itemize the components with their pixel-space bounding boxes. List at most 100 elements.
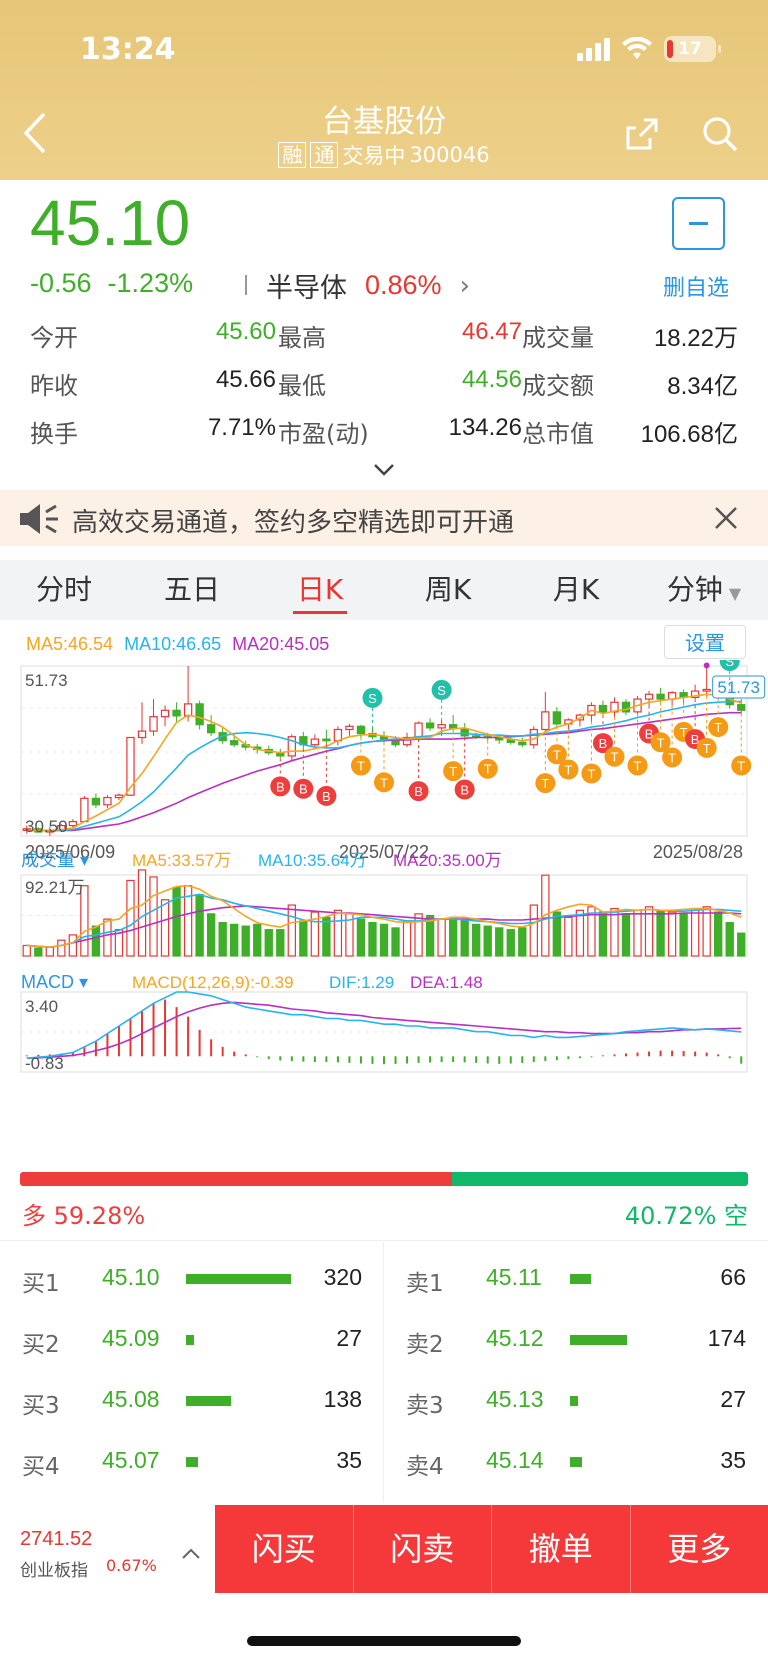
stat-label: 今开 — [30, 324, 78, 352]
quote-stats: 今开 45.60 最高 46.47 成交量 18.22万 昨收 45.66 最低… — [30, 318, 738, 462]
candle-body — [414, 722, 423, 739]
flash-sell-button[interactable]: 闪卖 — [352, 1505, 492, 1593]
level-quantity: 27 — [336, 1325, 362, 1351]
trade-marker-letter: T — [657, 735, 665, 750]
volume-bar — [529, 904, 538, 957]
tab-five-day[interactable]: 五日 — [128, 560, 256, 620]
trade-marker-letter: B — [414, 784, 423, 799]
stat-label: 换手 — [30, 420, 78, 448]
trade-marker-letter: S — [725, 660, 734, 669]
level-quantity: 35 — [720, 1447, 746, 1473]
order-book-row[interactable]: 卖1 45.11 66 — [384, 1250, 768, 1311]
tab-weekly-k[interactable]: 周K — [384, 560, 512, 620]
chart-settings-button[interactable]: 设置 — [664, 625, 746, 659]
volume-bar — [391, 927, 400, 957]
volume-bar — [495, 927, 504, 957]
volume-max-label: 92.21万 — [25, 878, 85, 897]
chevron-up-icon[interactable] — [180, 1546, 202, 1560]
order-book-row[interactable]: 卖3 45.13 27 — [384, 1372, 768, 1433]
trade-marker-letter: B — [460, 783, 469, 798]
share-icon[interactable] — [622, 114, 662, 154]
stat-label: 市盈(动) — [278, 420, 369, 448]
volume-bar — [103, 918, 112, 957]
candle-body — [737, 704, 746, 711]
candle-body — [195, 703, 204, 726]
level-volume-bar — [186, 1396, 232, 1406]
level-label: 卖3 — [406, 1393, 444, 1419]
candle-body — [91, 797, 101, 806]
volume-bar — [206, 913, 216, 957]
volume-bar — [460, 920, 469, 957]
level-label: 卖4 — [406, 1454, 444, 1480]
tab-daily-k[interactable]: 日K — [256, 560, 384, 620]
volume-bar — [690, 907, 700, 957]
remove-favorite-button[interactable] — [672, 197, 725, 250]
chevron-down-icon: ▼ — [728, 584, 742, 603]
remove-favorite-label[interactable]: 删自选 — [663, 270, 729, 302]
volume-bar — [22, 944, 31, 957]
stat-value: 134.26 — [448, 414, 522, 441]
volume-bar — [195, 893, 204, 957]
volume-bar — [299, 920, 308, 957]
more-button[interactable]: 更多 — [629, 1505, 768, 1593]
sector-link[interactable]: 半导体 0.86% › — [266, 266, 470, 305]
volume-bar — [575, 909, 585, 957]
order-book-row[interactable]: 卖2 45.12 174 — [384, 1311, 768, 1372]
macd-label: MACD(12,26,9):-0.39 — [132, 973, 294, 992]
candle-body — [656, 693, 665, 700]
close-icon[interactable] — [712, 504, 740, 532]
candle-body — [644, 693, 654, 700]
order-book-row[interactable]: 买3 45.08 138 — [0, 1372, 384, 1433]
flash-buy-button[interactable]: 闪买 — [215, 1505, 353, 1593]
level-volume-bar — [570, 1335, 627, 1345]
volume-bar — [45, 946, 54, 957]
order-book-row[interactable]: 买1 45.10 320 — [0, 1250, 384, 1311]
index-value[interactable]: 2741.52 — [20, 1528, 92, 1551]
candle-body — [356, 725, 366, 735]
volume-indicator-select: 成交量 ▾ — [21, 850, 89, 870]
home-indicator[interactable] — [247, 1636, 521, 1646]
current-price: 45.10 — [30, 187, 191, 259]
candle-body — [460, 728, 469, 737]
long-percent: 多 59.28% — [22, 1202, 146, 1230]
tab-minute[interactable]: 分钟 ▼ — [640, 560, 768, 620]
stat-label: 成交额 — [522, 372, 594, 400]
ma10-label: MA10:46.65 — [124, 634, 222, 654]
signal-icon — [577, 37, 610, 61]
volume-bar — [518, 927, 527, 957]
tab-intraday[interactable]: 分时 — [0, 560, 128, 620]
tab-monthly-k[interactable]: 月K — [512, 560, 640, 620]
sector-name: 半导体 — [266, 273, 347, 304]
stats-row: 今开 45.60 最高 46.47 成交量 18.22万 — [30, 318, 738, 366]
volume-bar — [610, 907, 619, 957]
candle-body — [518, 741, 527, 746]
max-price-value: 51.73 — [717, 678, 760, 697]
volume-bar — [368, 922, 377, 957]
order-book-row[interactable]: 买4 45.07 35 — [0, 1433, 384, 1494]
stats-row: 换手 7.71% 市盈(动) 134.26 总市值 106.68亿 — [30, 414, 738, 462]
volume-bar — [333, 909, 343, 957]
order-book-row[interactable]: 卖4 45.14 35 — [384, 1433, 768, 1494]
level-quantity: 320 — [323, 1264, 362, 1290]
volume-bar — [472, 923, 481, 957]
expand-chevron-icon[interactable] — [372, 462, 396, 478]
promo-banner[interactable]: 高效交易通道，签约多空精选即可开通 — [0, 490, 768, 546]
volume-bar — [356, 918, 366, 957]
volume-ma5-label: MA5:33.57万 — [132, 851, 231, 870]
wifi-icon — [622, 37, 652, 59]
volume-bar — [633, 909, 642, 957]
change-percent: -1.23% — [107, 268, 194, 298]
trade-marker-letter: T — [703, 741, 711, 756]
candle-body — [598, 704, 608, 713]
search-icon[interactable] — [700, 114, 740, 154]
cancel-order-button[interactable]: 撤单 — [491, 1505, 630, 1593]
stock-code: 300046 — [409, 143, 490, 167]
long-portion — [20, 1172, 452, 1186]
index-name[interactable]: 创业板指 — [20, 1556, 88, 1581]
candle-body — [114, 794, 124, 799]
volume-bar — [276, 929, 285, 957]
volume-bar — [737, 932, 746, 957]
level-price: 45.08 — [102, 1386, 160, 1412]
order-book-row[interactable]: 买2 45.09 27 — [0, 1311, 384, 1372]
kline-chart[interactable]: 51.7330.502025/06/09 2025/07/22 2025/08/28… — [0, 660, 768, 1160]
